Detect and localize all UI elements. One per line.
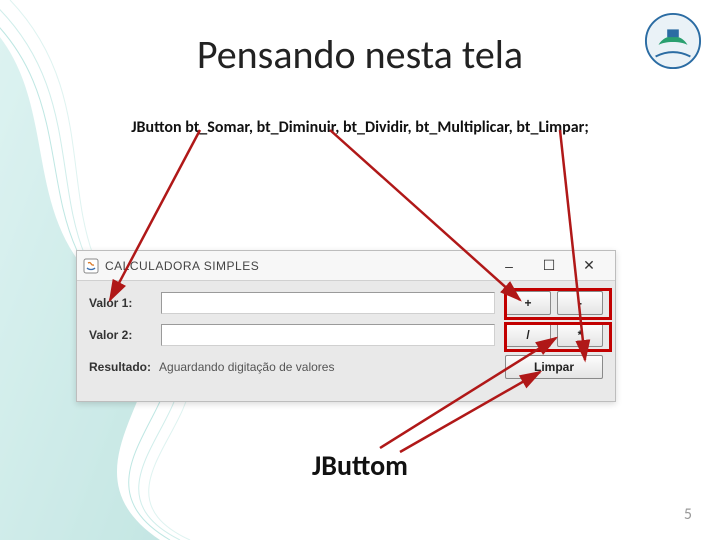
minus-button[interactable]: -	[557, 291, 603, 315]
page-number: 5	[684, 505, 692, 524]
label-resultado: Resultado:	[89, 360, 151, 374]
input-valor2[interactable]	[161, 324, 495, 346]
minimize-button[interactable]: –	[489, 251, 529, 281]
close-button[interactable]: ✕	[569, 251, 609, 281]
java-icon	[83, 258, 99, 274]
clear-button[interactable]: Limpar	[505, 355, 603, 379]
slide-title: Pensando nesta tela	[0, 30, 720, 79]
result-text: Aguardando digitação de valores	[159, 360, 505, 374]
titlebar: CALCULADORA SIMPLES – ☐ ✕	[77, 251, 615, 281]
divide-button[interactable]: /	[505, 323, 551, 347]
window-title: CALCULADORA SIMPLES	[105, 259, 489, 273]
multiply-button[interactable]: *	[557, 323, 603, 347]
plus-button[interactable]: +	[505, 291, 551, 315]
label-valor2: Valor 2:	[89, 328, 161, 342]
input-valor1[interactable]	[161, 292, 495, 314]
code-declaration: JButton bt_Somar, bt_Diminuir, bt_Dividi…	[0, 118, 720, 137]
label-valor1: Valor 1:	[89, 296, 161, 310]
maximize-button[interactable]: ☐	[529, 251, 569, 281]
component-label: JButtom	[0, 448, 720, 483]
calculator-window: CALCULADORA SIMPLES – ☐ ✕ Valor 1: + - V…	[76, 250, 616, 402]
